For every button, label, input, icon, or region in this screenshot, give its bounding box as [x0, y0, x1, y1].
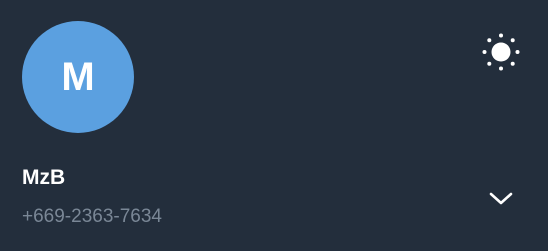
avatar[interactable]: M: [22, 21, 134, 133]
expand-accounts-button[interactable]: [484, 184, 518, 214]
account-header: M MzB +669-2363-7634: [0, 0, 548, 251]
chevron-down-icon: [489, 192, 513, 205]
account-name: MzB: [22, 166, 66, 189]
sun-icon: [482, 33, 520, 71]
account-phone: +669-2363-7634: [22, 206, 162, 227]
avatar-initial: M: [61, 55, 95, 99]
theme-toggle-button[interactable]: [478, 29, 524, 75]
